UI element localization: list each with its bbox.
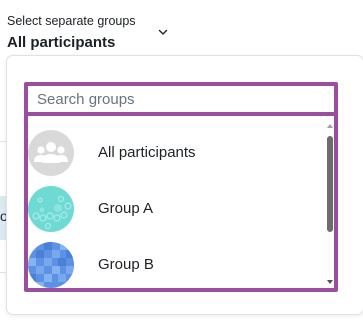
group-selector-caption: Select separate groups [7, 14, 136, 28]
scroll-up-arrow-icon[interactable] [326, 122, 334, 130]
list-item-label: All participants [98, 144, 196, 161]
avatar [28, 130, 74, 176]
group-selector[interactable]: Select separate groups All participants [7, 12, 177, 56]
people-group-icon [28, 130, 74, 176]
group-list: All participants Group A Group B [28, 120, 326, 288]
list-item-label: Group A [98, 200, 154, 217]
chevron-down-icon[interactable] [157, 26, 169, 38]
avatar [28, 242, 74, 288]
list-item-all-participants[interactable]: All participants [28, 120, 326, 176]
group-selector-value: All participants [7, 34, 116, 51]
list-item-group-a[interactable]: Group A [28, 176, 326, 232]
list-item-group-b[interactable]: Group B [28, 232, 326, 288]
list-scrollbar[interactable] [326, 120, 334, 288]
list-item-label: Group B [98, 256, 154, 273]
scrollbar-thumb[interactable] [327, 136, 333, 232]
search-groups-input[interactable] [28, 86, 334, 116]
avatar [28, 186, 74, 232]
scroll-down-arrow-icon[interactable] [326, 278, 334, 286]
group-pattern-image [28, 242, 74, 288]
group-pattern-image [28, 186, 74, 232]
